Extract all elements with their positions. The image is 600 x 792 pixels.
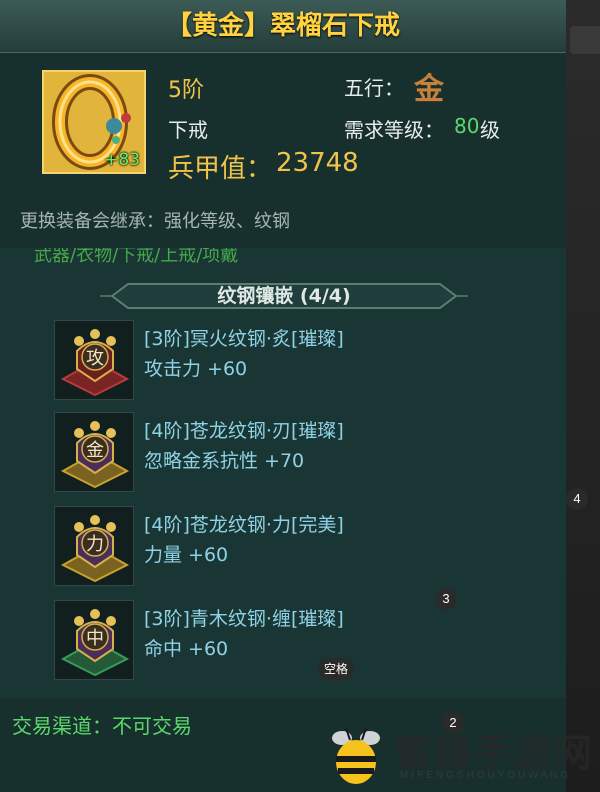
item-slot: 下戒 (168, 118, 208, 142)
item-tier: 5阶 (168, 78, 204, 103)
right-side-strip (566, 0, 600, 792)
gem-4-name: [3阶]青木纹钢·缠[璀璨] (144, 608, 344, 630)
gem-1-name: [3阶]冥火纹钢·炙[璀璨] (144, 328, 344, 350)
gem-1-stat: 攻击力 +60 (144, 358, 248, 380)
gem-4-symbol: 中 (86, 628, 104, 649)
attack-gem-icon: 攻 (54, 320, 134, 400)
inherit-note: 更换装备会继承：强化等级、纹钢 (20, 211, 290, 232)
category-tabs-truncated: 武器/衣物/下戒/上戒/项戴 (34, 248, 239, 266)
req-level-value: 80 (454, 114, 480, 138)
metal-gem-icon: 金 (54, 412, 134, 492)
accuracy-gem-icon: 中 (54, 600, 134, 680)
inlay-header-label: 纹钢镶嵌 (4/4) (217, 285, 351, 307)
strength-gem-icon: 力 (54, 506, 134, 586)
enhance-level: +83 (104, 150, 140, 170)
metal-element-icon: 金 (414, 72, 444, 107)
gem-3-stat: 力量 +60 (144, 544, 229, 566)
item-title: 【黄金】翠榴石下戒 (0, 0, 566, 53)
power-value: 23748 (276, 148, 359, 178)
side-tab[interactable] (570, 26, 600, 54)
inlay-header: 纹钢镶嵌 (4/4) (100, 280, 468, 312)
gem-slot-3[interactable]: 力 [4阶]苍龙纹钢·力[完美] 力量 +60 (54, 506, 534, 586)
req-level-label: 需求等级： (344, 118, 444, 142)
hint-badge-4: 4 (566, 488, 588, 510)
gem-2-symbol: 金 (86, 440, 104, 461)
gem-1-symbol: 攻 (86, 348, 104, 369)
gem-slot-1[interactable]: 攻 [3阶]冥火纹钢·炙[璀璨] 攻击力 +60 (54, 320, 534, 400)
gem-3-name: [4阶]苍龙纹钢·力[完美] (144, 514, 344, 536)
gold-ring-icon: +83 (42, 70, 146, 174)
gem-2-name: [4阶]苍龙纹钢·刃[璀璨] (144, 420, 344, 442)
trade-channel: 交易渠道：不可交易 (12, 714, 192, 738)
gem-3-symbol: 力 (86, 534, 104, 555)
gem-slot-2[interactable]: 金 [4阶]苍龙纹钢·刃[璀璨] 忽略金系抗性 +70 (54, 412, 534, 492)
gem-slot-4[interactable]: 中 [3阶]青木纹钢·缠[璀璨] 命中 +60 (54, 600, 534, 680)
item-tooltip-panel: 【黄金】翠榴石下戒 +83 5阶 下戒 五行： 金 需求等级： 80 级 兵甲值… (0, 0, 567, 792)
hint-badge-3: 3 (435, 588, 457, 610)
watermark-subtext: MIFENGSHOUYOUWANG (400, 770, 572, 781)
bee-logo-icon (332, 727, 380, 784)
gem-2-stat: 忽略金系抗性 +70 (144, 450, 305, 472)
element-label: 五行： (344, 76, 404, 100)
watermark-text: 蜜蜂手游网 (394, 730, 595, 775)
space-key-hint: 空格 (318, 658, 354, 680)
req-level-unit: 级 (480, 118, 500, 142)
gem-4-stat: 命中 +60 (144, 638, 229, 660)
power-label: 兵甲值： (168, 154, 273, 184)
